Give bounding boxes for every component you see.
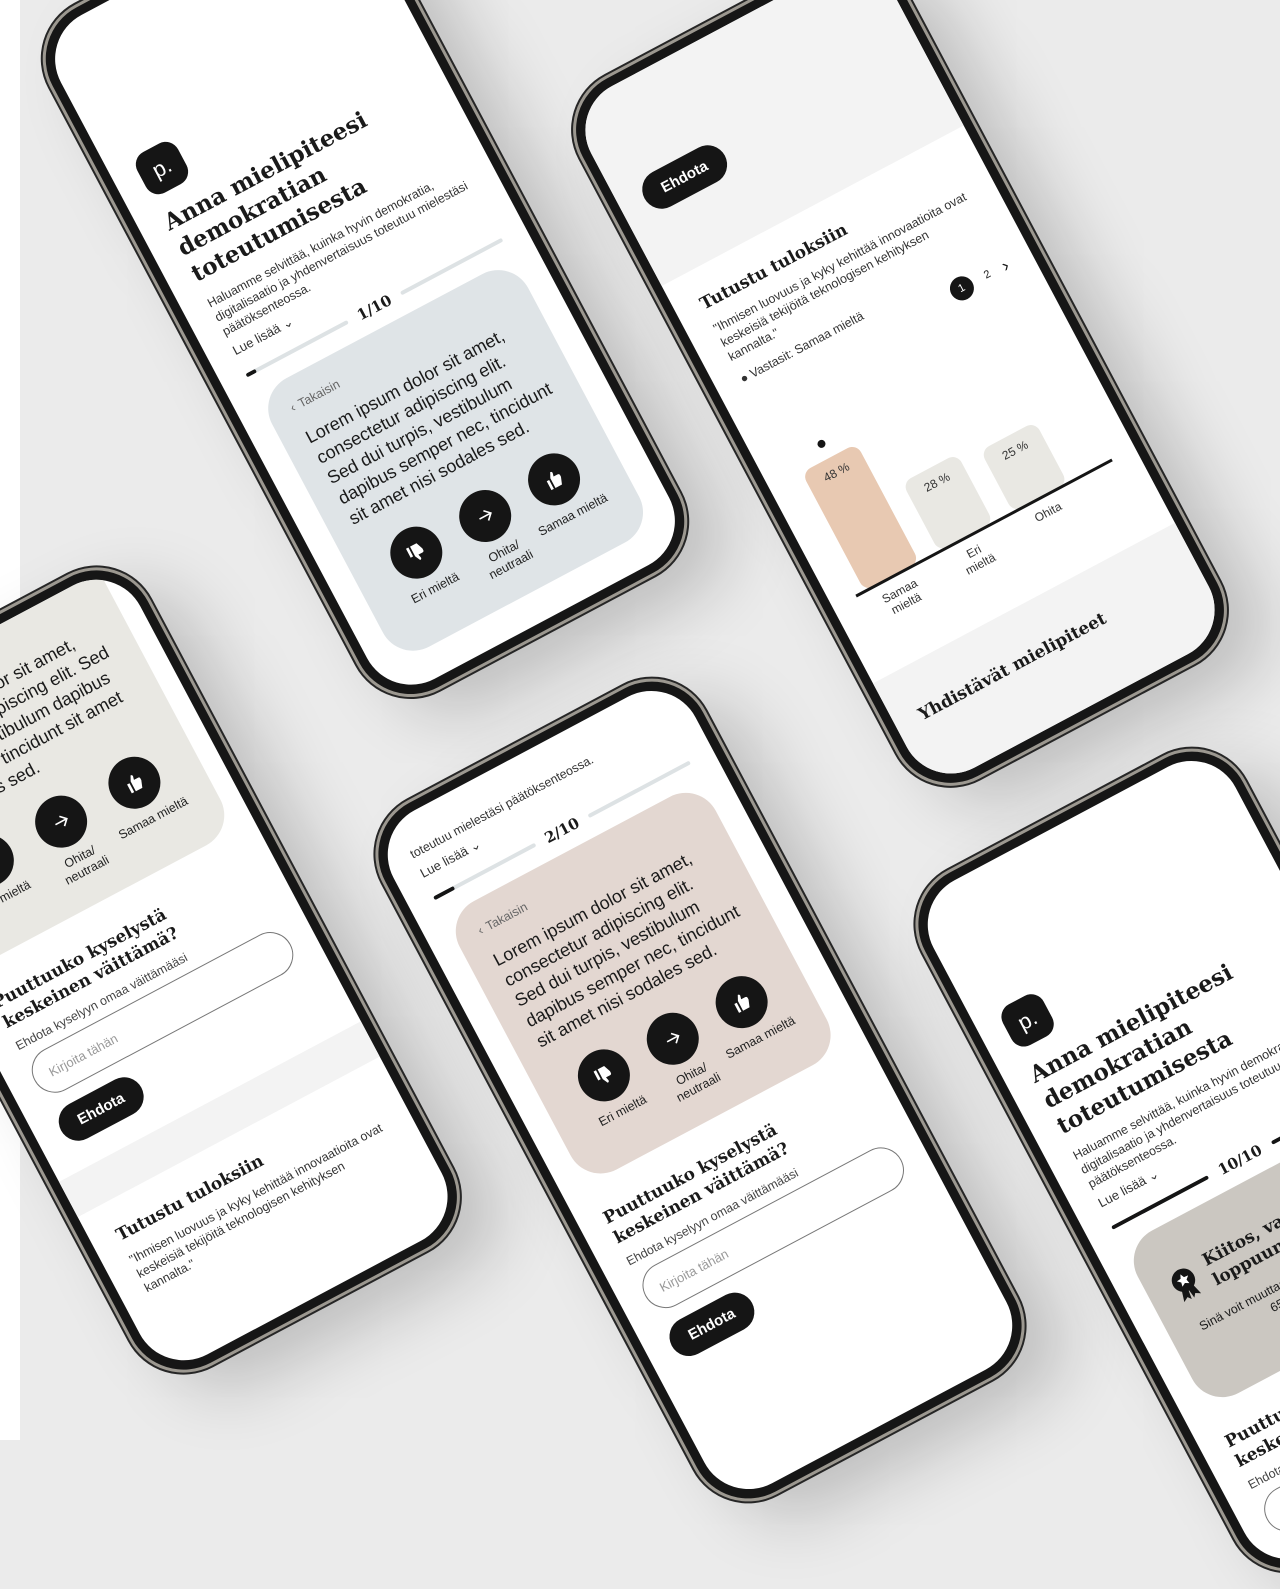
chevron-left-icon: ‹ [475, 923, 486, 938]
award-badge-icon [1171, 1268, 1202, 1303]
statement-card: ‹ Takaisin Lorem ipsum dolor sit amet, co… [256, 258, 655, 663]
bar-1 [905, 457, 991, 549]
page-2-button[interactable]: 2 [982, 268, 993, 281]
progress-count: 2/10 [541, 813, 583, 847]
chevron-left-icon: ‹ [287, 400, 298, 415]
progress-fill [245, 368, 258, 378]
brand-logo: p. [130, 136, 194, 200]
brand-logo: p. [996, 989, 1059, 1052]
vote-disagree-label: Eri mieltä [0, 877, 33, 915]
phone-survey-question-2: toteutuu mielestäsi päätöksenteossa. Lue… [357, 661, 1043, 1519]
progress-fill [433, 885, 456, 901]
progress-count: 1/10 [353, 291, 395, 325]
phone-screen: p. Anna mielipiteesi demokratian toteutu… [910, 743, 1280, 1577]
chevron-down-icon: ⌄ [1144, 1165, 1162, 1185]
chevron-down-icon: ⌄ [279, 313, 296, 332]
next-page-icon[interactable]: › [998, 255, 1013, 276]
page-1-button[interactable]: 1 [945, 272, 979, 305]
your-answer-marker-icon [817, 439, 826, 448]
phone-screen: toteutuu mielestäsi päätöksenteossa. Lue… [370, 673, 1030, 1507]
bar-2 [983, 425, 1065, 510]
bar-category-label-2: Ohita [1032, 499, 1064, 525]
chevron-down-icon: ⌄ [466, 836, 484, 855]
bar-0 [805, 446, 917, 588]
phone-screen: Ehdota Tutustu tuloksiin "Ihmisen luovuu… [567, 0, 1233, 792]
phone-survey-completed: p. Anna mielipiteesi demokratian toteutu… [897, 731, 1280, 1589]
